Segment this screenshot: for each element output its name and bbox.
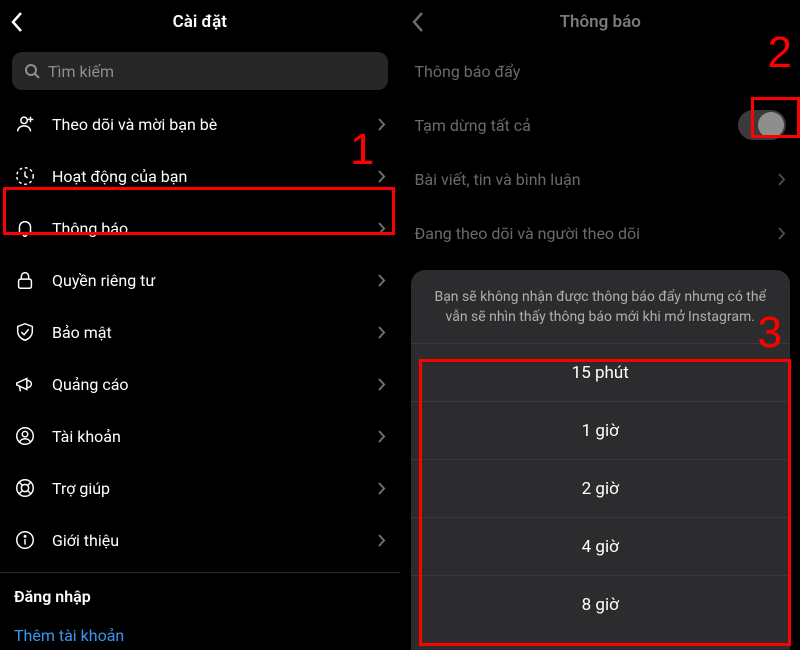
menu-item-label: Trợ giúp [52,479,377,498]
row-label: Bài viết, tin và bình luận [415,170,778,189]
toggle-knob [758,112,784,138]
menu-item-label: Quyền riêng tư [52,271,377,290]
menu-item-ads[interactable]: Quảng cáo [0,358,400,410]
page-title: Thông báo [560,12,641,32]
settings-menu: Theo dõi và mời bạn bè Hoạt động của bạn [0,98,400,650]
settings-screen: Cài đặt Tìm kiếm Theo dõi và mời bạn bè [0,0,401,650]
menu-item-label: Giới thiệu [52,531,377,550]
menu-item-notifications[interactable]: Thông báo [0,202,400,254]
chevron-right-icon [377,429,386,444]
search-placeholder: Tìm kiếm [48,62,114,81]
menu-item-about[interactable]: Giới thiệu [0,514,400,566]
page-title: Cài đặt [173,12,227,32]
chevron-right-icon [377,533,386,548]
sheet-description: Bạn sẽ không nhận được thông báo đẩy như… [411,270,791,343]
clock-icon [14,165,40,187]
add-account-link[interactable]: Thêm tài khoản [0,616,400,650]
duration-option[interactable]: 4 giờ [411,517,791,575]
duration-option[interactable]: 8 giờ [411,575,791,633]
user-icon [14,425,40,447]
menu-item-help[interactable]: Trợ giúp [0,462,400,514]
chevron-right-icon [377,325,386,340]
menu-item-label: Thông báo [52,219,377,238]
back-chevron-icon[interactable] [411,11,425,33]
menu-item-label: Tài khoản [52,427,377,446]
header: Thông báo [401,0,800,44]
chevron-right-icon [377,481,386,496]
megaphone-icon [14,373,40,395]
pause-duration-sheet: Bạn sẽ không nhận được thông báo đẩy như… [411,270,791,650]
row-following-followers[interactable]: Đang theo dõi và người theo dõi [401,206,800,260]
back-chevron-icon[interactable] [10,11,24,33]
duration-option[interactable]: 1 giờ [411,401,791,459]
row-push-notifications[interactable]: Thông báo đẩy [401,44,800,98]
header: Cài đặt [0,0,400,44]
row-label: Đang theo dõi và người theo dõi [415,224,778,243]
row-label: Thông báo đẩy [415,62,787,81]
chevron-right-icon [377,273,386,288]
chevron-right-icon [777,226,786,241]
menu-item-security[interactable]: Bảo mật [0,306,400,358]
info-icon [14,529,40,551]
menu-item-account[interactable]: Tài khoản [0,410,400,462]
duration-option[interactable]: 2 giờ [411,459,791,517]
menu-item-privacy[interactable]: Quyền riêng tư [0,254,400,306]
row-posts-stories-comments[interactable]: Bài viết, tin và bình luận [401,152,800,206]
chevron-right-icon [377,117,386,132]
pause-all-toggle[interactable] [738,110,786,140]
search-icon [24,63,40,79]
lifebuoy-icon [14,477,40,499]
shield-icon [14,321,40,343]
chevron-right-icon [377,169,386,184]
menu-item-invite[interactable]: Theo dõi và mời bạn bè [0,98,400,150]
menu-item-label: Hoạt động của bạn [52,167,377,186]
login-section-header: Đăng nhập [0,573,400,616]
person-plus-icon [14,113,40,135]
menu-item-activity[interactable]: Hoạt động của bạn [0,150,400,202]
chevron-right-icon [377,221,386,236]
chevron-right-icon [377,377,386,392]
menu-item-label: Theo dõi và mời bạn bè [52,115,377,134]
row-label: Tạm dừng tất cả [415,116,739,135]
lock-icon [14,269,40,291]
bell-icon [14,217,40,239]
menu-item-label: Quảng cáo [52,375,377,394]
search-input[interactable]: Tìm kiếm [12,52,388,90]
notifications-screen: Thông báo Thông báo đẩy Tạm dừng tất cả … [401,0,800,650]
chevron-right-icon [777,172,786,187]
duration-option[interactable]: 15 phút [411,343,791,401]
sheet-options: 15 phút 1 giờ 2 giờ 4 giờ 8 giờ [411,343,791,650]
menu-item-label: Bảo mật [52,323,377,342]
row-pause-all[interactable]: Tạm dừng tất cả [401,98,800,152]
